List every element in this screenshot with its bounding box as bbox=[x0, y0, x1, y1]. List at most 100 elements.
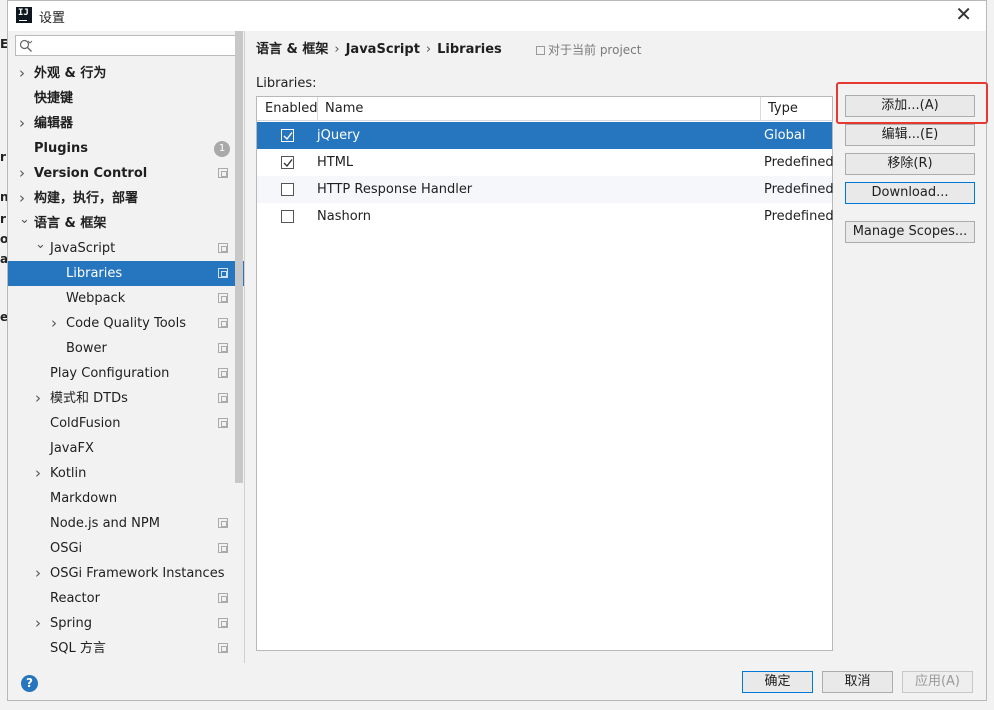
breadcrumb-item[interactable]: JavaScript bbox=[346, 42, 420, 57]
chevron-right-icon[interactable]: › bbox=[35, 611, 45, 636]
tree-item[interactable]: Bower bbox=[8, 336, 244, 361]
table-row[interactable]: HTTP Response Handler Predefined bbox=[257, 176, 834, 203]
library-name-cell: HTTP Response Handler bbox=[317, 182, 473, 197]
chevron-right-icon[interactable]: › bbox=[19, 61, 29, 86]
tree-item[interactable]: Libraries bbox=[8, 261, 244, 286]
tree-item-label: Version Control bbox=[34, 166, 148, 181]
tree-item[interactable]: › 模式和 DTDs bbox=[8, 386, 244, 411]
tree-item[interactable]: Reactor bbox=[8, 586, 244, 611]
enabled-checkbox[interactable] bbox=[281, 129, 294, 142]
tree-item-label: OSGi Framework Instances bbox=[50, 566, 225, 581]
chevron-down-icon[interactable]: ⌄ bbox=[19, 207, 30, 232]
close-icon[interactable]: ✕ bbox=[955, 4, 972, 24]
column-header-enabled[interactable]: Enabled bbox=[265, 97, 318, 121]
chevron-right-icon[interactable]: › bbox=[19, 161, 29, 186]
tree-item[interactable]: Webpack bbox=[8, 286, 244, 311]
libraries-label: Libraries: bbox=[256, 76, 317, 91]
help-icon[interactable]: ? bbox=[21, 675, 38, 692]
tree-item-label: 模式和 DTDs bbox=[50, 391, 128, 406]
settings-search-input[interactable] bbox=[15, 35, 237, 56]
background-ide-text: r bbox=[0, 150, 6, 164]
tree-item[interactable]: Play Configuration bbox=[8, 361, 244, 386]
project-scope-icon bbox=[218, 543, 228, 553]
tree-item[interactable]: › OSGi Framework Instances bbox=[8, 561, 244, 586]
project-scope-icon bbox=[218, 618, 228, 628]
breadcrumb-separator: › bbox=[425, 42, 432, 57]
tree-item[interactable]: Node.js and NPM bbox=[8, 511, 244, 536]
tree-item[interactable]: ⌄ JavaScript bbox=[8, 236, 244, 261]
tree-item[interactable]: Plugins 1 bbox=[8, 136, 244, 161]
library-type-cell: Global bbox=[764, 128, 806, 143]
tree-scrollbar[interactable] bbox=[235, 31, 243, 483]
library-type-cell: Predefined bbox=[764, 209, 834, 224]
chevron-down-icon[interactable]: ⌄ bbox=[35, 232, 46, 257]
column-header-name[interactable]: Name bbox=[325, 97, 363, 121]
chevron-right-icon[interactable]: › bbox=[35, 561, 45, 586]
tree-item-label: Play Configuration bbox=[50, 366, 170, 381]
tree-item[interactable]: ColdFusion bbox=[8, 411, 244, 436]
tree-item[interactable]: 快捷键 bbox=[8, 86, 244, 111]
breadcrumb-item[interactable]: 语言 & 框架 bbox=[256, 38, 328, 57]
apply-button[interactable]: 应用(A) bbox=[902, 671, 973, 693]
tree-item-label: Spring bbox=[50, 616, 92, 631]
chevron-right-icon[interactable]: › bbox=[35, 461, 45, 486]
checkmark-icon bbox=[283, 132, 293, 141]
enabled-checkbox[interactable] bbox=[281, 210, 294, 223]
settings-dialog: IJ 设置 ✕ › 外观 & 行为 快捷键 › 编辑器 Plugins 1 › Version … bbox=[7, 0, 988, 701]
project-scope-icon bbox=[218, 643, 228, 653]
tree-item-label: Bower bbox=[66, 341, 107, 356]
settings-tree: › 外观 & 行为 快捷键 › 编辑器 Plugins 1 › Version Control ›… bbox=[8, 61, 244, 661]
tree-item-label: ColdFusion bbox=[50, 416, 121, 431]
breadcrumb-item[interactable]: Libraries bbox=[437, 42, 502, 57]
add-library-button[interactable]: 添加...(A) bbox=[845, 95, 975, 117]
enabled-checkbox[interactable] bbox=[281, 156, 294, 169]
search-icon bbox=[19, 39, 33, 52]
tree-item[interactable]: › 外观 & 行为 bbox=[8, 61, 244, 86]
remove-library-button[interactable]: 移除(R) bbox=[845, 153, 975, 175]
column-divider bbox=[317, 97, 318, 121]
tree-item[interactable]: SQL 方言 bbox=[8, 636, 244, 661]
project-scope-icon bbox=[218, 593, 228, 603]
edit-library-button[interactable]: 编辑...(E) bbox=[845, 124, 975, 146]
tree-item-label: Reactor bbox=[50, 591, 100, 606]
plugins-update-badge: 1 bbox=[214, 141, 230, 157]
project-scope-icon bbox=[218, 318, 228, 328]
ok-button[interactable]: 确定 bbox=[742, 671, 813, 693]
chevron-right-icon[interactable]: › bbox=[19, 111, 29, 136]
tree-item-label: JavaFX bbox=[50, 441, 94, 456]
tree-item-label: Node.js and NPM bbox=[50, 516, 160, 531]
dialog-titlebar: IJ 设置 ✕ bbox=[8, 1, 986, 31]
cancel-button[interactable]: 取消 bbox=[822, 671, 893, 693]
table-row[interactable]: HTML Predefined bbox=[257, 149, 834, 176]
tree-item[interactable]: OSGi bbox=[8, 536, 244, 561]
chevron-right-icon[interactable]: › bbox=[51, 311, 61, 336]
tree-item-label: 快捷键 bbox=[34, 91, 74, 106]
enabled-checkbox[interactable] bbox=[281, 183, 294, 196]
panel-divider bbox=[244, 31, 245, 663]
table-row[interactable]: jQuery Global bbox=[257, 122, 832, 149]
checkmark-icon bbox=[283, 159, 293, 168]
tree-item[interactable]: Markdown bbox=[8, 486, 244, 511]
download-button[interactable]: Download... bbox=[845, 182, 975, 204]
tree-item-label: 构建，执行，部署 bbox=[34, 191, 139, 206]
tree-item[interactable]: › Kotlin bbox=[8, 461, 244, 486]
library-name-cell: jQuery bbox=[317, 128, 361, 143]
library-type-cell: Predefined bbox=[764, 155, 834, 170]
tree-item[interactable]: › 构建，执行，部署 bbox=[8, 186, 244, 211]
manage-scopes-button[interactable]: Manage Scopes... bbox=[845, 221, 975, 243]
breadcrumb-separator: › bbox=[334, 42, 340, 57]
tree-item[interactable]: › 编辑器 bbox=[8, 111, 244, 136]
tree-item[interactable]: › Spring bbox=[8, 611, 244, 636]
chevron-right-icon[interactable]: › bbox=[35, 386, 45, 411]
tree-item-label: Code Quality Tools bbox=[66, 316, 187, 331]
table-row[interactable]: Nashorn Predefined bbox=[257, 203, 834, 230]
tree-item-label: Libraries bbox=[66, 266, 123, 281]
tree-item-label: Webpack bbox=[66, 291, 126, 306]
tree-item[interactable]: JavaFX bbox=[8, 436, 244, 461]
dialog-title: 设置 bbox=[39, 11, 66, 26]
tree-item[interactable]: › Version Control bbox=[8, 161, 244, 186]
tree-item[interactable]: › Code Quality Tools bbox=[8, 311, 244, 336]
tree-item-label: 编辑器 bbox=[34, 116, 74, 131]
column-header-type[interactable]: Type bbox=[768, 97, 798, 121]
tree-item-label: Markdown bbox=[50, 491, 118, 506]
